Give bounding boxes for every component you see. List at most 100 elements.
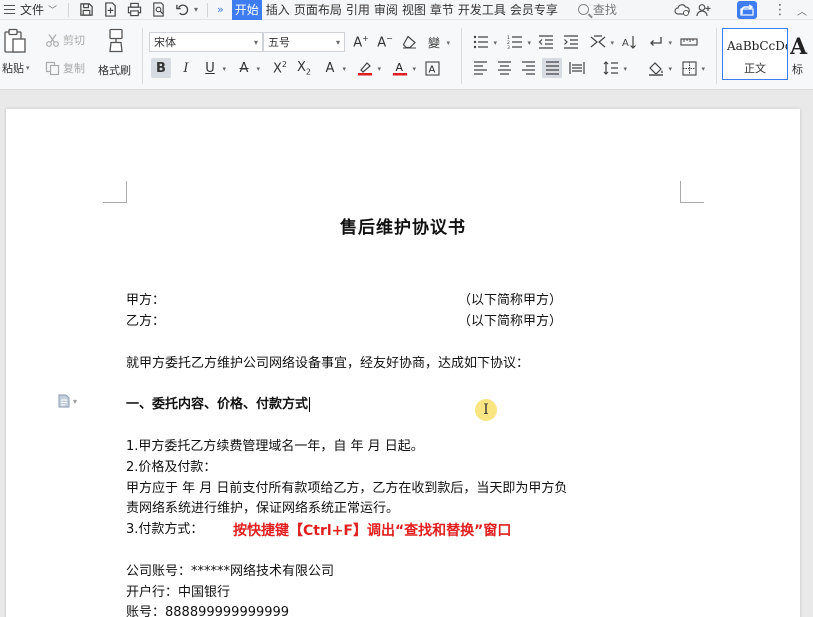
- copy-icon: [44, 60, 60, 76]
- borders-icon: [681, 60, 697, 76]
- tab-member[interactable]: 会员专享: [508, 0, 560, 20]
- align-right-button[interactable]: [518, 58, 538, 78]
- numbered-list-button[interactable]: 123 ▾: [505, 32, 531, 52]
- underline-button[interactable]: U ▾: [200, 58, 226, 78]
- chevron-down-icon: ▾: [377, 65, 381, 73]
- title-right-icons: ⋮ ︿: [671, 0, 813, 20]
- save-icon[interactable]: [78, 2, 94, 18]
- svg-text:A: A: [396, 61, 404, 74]
- ruler-icon: [680, 38, 698, 46]
- share-icon[interactable]: [737, 1, 757, 19]
- clipboard-icon: [4, 28, 26, 53]
- tab-developer[interactable]: 开发工具: [456, 0, 508, 20]
- style-normal[interactable]: AaBbCcDd 正文: [722, 28, 788, 80]
- chevron-down-icon: ▾: [256, 65, 260, 73]
- borders-button[interactable]: ▾: [679, 58, 705, 78]
- font-color-icon: A: [393, 61, 407, 76]
- tab-page-layout[interactable]: 页面布局: [292, 0, 344, 20]
- chevron-down-icon: ▾: [701, 65, 705, 73]
- line-spacing-button[interactable]: ▾: [601, 58, 627, 78]
- party-a-note: （以下简称甲方）: [458, 293, 563, 308]
- add-user-icon[interactable]: [693, 0, 715, 20]
- grow-font-button[interactable]: A+: [351, 32, 371, 52]
- item-3: 3.付款方式：: [126, 522, 204, 537]
- cloud-sync-icon[interactable]: [671, 0, 693, 20]
- align-center-button[interactable]: [494, 58, 514, 78]
- tab-chapter[interactable]: 章节: [428, 0, 456, 20]
- file-menu-button[interactable]: 文件 ﹀: [0, 0, 63, 20]
- paragraph-mark-button[interactable]: ▾: [646, 32, 672, 52]
- ruler-button[interactable]: [679, 32, 699, 52]
- shrink-font-button[interactable]: A−: [375, 32, 395, 52]
- paste-label-button[interactable]: 粘贴 ▾: [2, 60, 30, 76]
- font-name-select[interactable]: 宋体 ▾: [149, 32, 263, 52]
- bank-name: 开户行：中国银行: [126, 585, 231, 600]
- chevron-down-icon: ▾: [26, 64, 30, 72]
- file-menu-label: 文件: [20, 3, 45, 17]
- subscript-button[interactable]: X2: [294, 58, 314, 78]
- align-left-button[interactable]: [470, 58, 490, 78]
- tab-review[interactable]: 审阅: [372, 0, 400, 20]
- shrink-font-icon: A−: [377, 33, 393, 51]
- eraser-icon: [402, 35, 416, 49]
- print-icon[interactable]: [126, 2, 142, 18]
- collapse-ribbon-icon[interactable]: ︿: [791, 0, 813, 20]
- superscript-button[interactable]: X2: [270, 58, 290, 78]
- grow-font-icon: A+: [353, 33, 369, 51]
- section-heading-text: 一、委托内容、价格、付款方式: [126, 397, 309, 412]
- subscript-icon: X2: [297, 59, 311, 77]
- align-left-icon: [473, 61, 487, 75]
- decrease-indent-button[interactable]: [536, 32, 556, 52]
- more-tabs-icon[interactable]: »: [217, 3, 224, 16]
- highlight-button[interactable]: ▾: [355, 58, 381, 78]
- char-border-button[interactable]: A: [422, 58, 442, 78]
- document-page[interactable]: 售后维护协议书 甲方： （以下简称甲方） 乙方： （以下简称甲方） 就甲方委托乙…: [6, 109, 800, 617]
- justify-button[interactable]: [542, 58, 562, 78]
- copy-button[interactable]: 复制: [44, 60, 85, 76]
- shading-button[interactable]: ▾: [646, 58, 672, 78]
- divider: [68, 2, 70, 17]
- tab-home[interactable]: 开始: [231, 0, 262, 20]
- strikethrough-button[interactable]: A ▾: [234, 58, 260, 78]
- text-effect-button[interactable]: A ▾: [320, 58, 346, 78]
- bullet-list-icon: [473, 35, 488, 49]
- distributed-button[interactable]: [567, 58, 587, 78]
- tab-view[interactable]: 视图: [400, 0, 428, 20]
- font-color-button[interactable]: A ▾: [390, 58, 416, 78]
- export-pdf-icon[interactable]: [102, 2, 118, 18]
- tab-insert[interactable]: 插入: [264, 0, 292, 20]
- font-size-select[interactable]: 五号 ▾: [263, 32, 345, 52]
- scissors-icon: [44, 32, 60, 48]
- format-painter-button[interactable]: [104, 28, 128, 57]
- clear-format-button[interactable]: [399, 32, 419, 52]
- align-center-icon: [497, 61, 511, 75]
- chinese-layout-button[interactable]: ▾: [588, 32, 614, 52]
- style-normal-sample: AaBbCcDd: [727, 39, 787, 53]
- print-preview-icon[interactable]: [150, 2, 166, 18]
- cut-button[interactable]: 剪切: [44, 32, 85, 48]
- item-1: 1.甲方委托乙方续费管理域名一年，自 年 月 日起。: [126, 439, 424, 454]
- svg-text:3: 3: [507, 45, 510, 49]
- divider: [716, 28, 717, 84]
- sort-button[interactable]: A: [620, 32, 640, 52]
- more-options-icon[interactable]: ⋮: [769, 0, 791, 20]
- brush-icon: [109, 28, 123, 53]
- svg-text:A: A: [622, 38, 629, 49]
- style-heading[interactable]: A 标: [790, 28, 813, 80]
- italic-button[interactable]: I: [176, 58, 196, 78]
- search-box[interactable]: 查找: [577, 1, 617, 18]
- tab-references[interactable]: 引用: [344, 0, 372, 20]
- paragraph-options[interactable]: ▾: [58, 394, 77, 408]
- undo-dropdown-icon[interactable]: ▾: [194, 5, 198, 14]
- increase-indent-button[interactable]: [561, 32, 581, 52]
- bullet-list-button[interactable]: ▾: [471, 32, 497, 52]
- undo-icon[interactable]: [174, 2, 190, 18]
- paste-button[interactable]: [2, 28, 28, 57]
- bold-button[interactable]: B: [151, 58, 171, 78]
- chevron-down-icon: ▾: [222, 65, 226, 73]
- format-painter-label: 格式刷: [98, 64, 131, 77]
- document-area[interactable]: 售后维护协议书 甲方： （以下简称甲方） 乙方： （以下简称甲方） 就甲方委托乙…: [0, 91, 813, 617]
- phonetic-guide-button[interactable]: 變 ▾: [424, 32, 450, 52]
- return-mark-icon: [650, 37, 662, 46]
